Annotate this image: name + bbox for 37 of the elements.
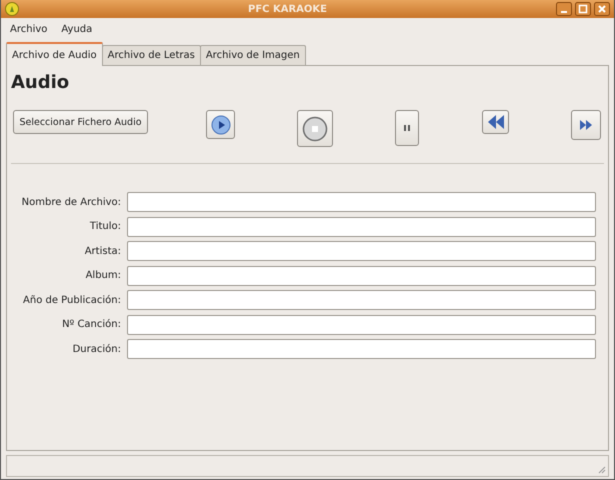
minimize-icon[interactable] <box>556 2 572 16</box>
pause-button[interactable] <box>395 110 419 146</box>
input-field[interactable] <box>127 339 596 359</box>
input-field[interactable] <box>127 216 596 236</box>
input-field[interactable] <box>127 266 596 286</box>
fast-forward-icon <box>578 118 594 132</box>
select-file-button[interactable]: Seleccionar Fichero Audio <box>13 110 148 134</box>
tab[interactable]: Archivo de Imagen <box>200 45 306 65</box>
window-title: PFC KARAOKE <box>247 4 328 14</box>
field-label: Nº Canción: <box>61 319 121 330</box>
menu-item[interactable]: Archivo <box>10 24 48 34</box>
field-label: Artista: <box>84 246 121 256</box>
input-field[interactable] <box>127 241 596 261</box>
field-label: Album: <box>84 270 121 281</box>
field-label: Año de Publicación: <box>22 294 121 306</box>
tab[interactable]: Archivo de Letras <box>102 45 201 65</box>
play-button[interactable] <box>206 110 235 139</box>
menu-item[interactable]: Ayuda <box>61 24 92 34</box>
input-field[interactable] <box>127 290 596 310</box>
input-field[interactable] <box>127 314 596 334</box>
stop-icon <box>302 116 328 142</box>
section-heading: Audio <box>11 72 70 93</box>
stop-button[interactable] <box>297 110 333 147</box>
play-icon <box>210 114 230 134</box>
resize-grip-icon[interactable] <box>598 466 606 474</box>
pause-icon <box>401 122 413 134</box>
field-label: Nombre de Archivo: <box>20 196 121 208</box>
rewind-icon <box>486 113 506 131</box>
maximize-icon[interactable] <box>575 2 591 16</box>
input-field[interactable] <box>127 192 596 212</box>
fast-forward-button[interactable] <box>571 110 601 140</box>
app-icon <box>5 2 19 16</box>
field-label: Titulo: <box>88 221 121 232</box>
rewind-button[interactable] <box>482 110 509 134</box>
field-label: Duración: <box>72 344 121 354</box>
close-icon[interactable] <box>594 2 610 16</box>
tab[interactable]: Archivo de Audio <box>6 42 103 66</box>
